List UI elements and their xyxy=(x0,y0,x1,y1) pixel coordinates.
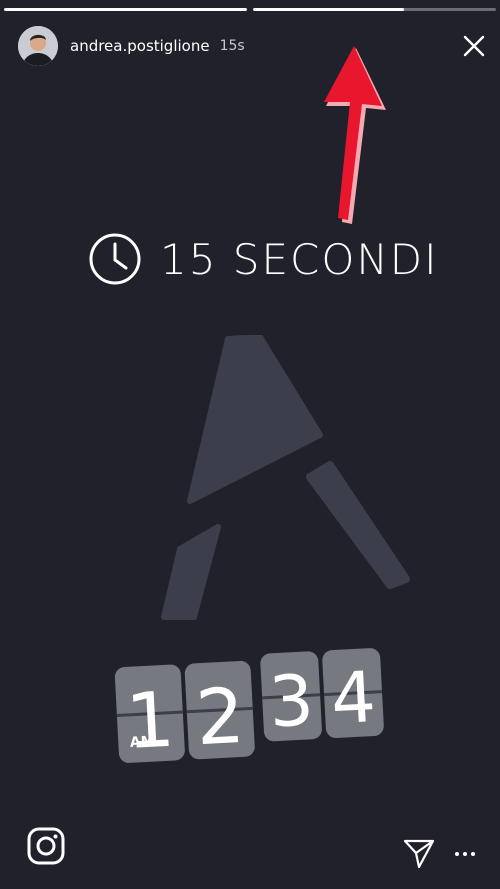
minute-flap-2: 4 xyxy=(322,648,384,740)
story-progress-bar xyxy=(4,8,496,11)
username[interactable]: andrea.postiglione xyxy=(70,37,210,55)
send-icon[interactable] xyxy=(402,836,436,870)
brand-logo xyxy=(161,335,410,620)
svg-text:3: 3 xyxy=(267,659,316,743)
close-icon[interactable] xyxy=(462,34,486,58)
progress-segment-1 xyxy=(4,8,247,11)
red-arrow-up xyxy=(324,46,386,224)
headline-text: 15 SECONDI xyxy=(160,234,439,284)
story-timestamp: 15s xyxy=(219,38,245,54)
svg-text:AM: AM xyxy=(130,734,156,751)
story-header: andrea.postiglione 15s xyxy=(18,25,486,67)
avatar[interactable] xyxy=(18,26,58,66)
hour-flap-2: 2 xyxy=(184,660,255,762)
more-dots-icon[interactable] xyxy=(454,845,476,857)
progress-segment-2 xyxy=(253,8,496,11)
clock-icon xyxy=(89,233,141,285)
svg-text:2: 2 xyxy=(194,671,247,762)
svg-text:1: 1 xyxy=(124,675,177,765)
svg-text:4: 4 xyxy=(329,656,378,740)
headline: 15 SECONDI xyxy=(88,232,439,286)
minute-flap-1: 3 xyxy=(260,651,322,743)
hour-flap-1: 1 AM xyxy=(114,664,185,765)
instagram-icon[interactable] xyxy=(26,826,66,866)
avatar-photo xyxy=(18,26,58,66)
flip-clock: 1 AM 2 3 4 xyxy=(114,648,384,765)
